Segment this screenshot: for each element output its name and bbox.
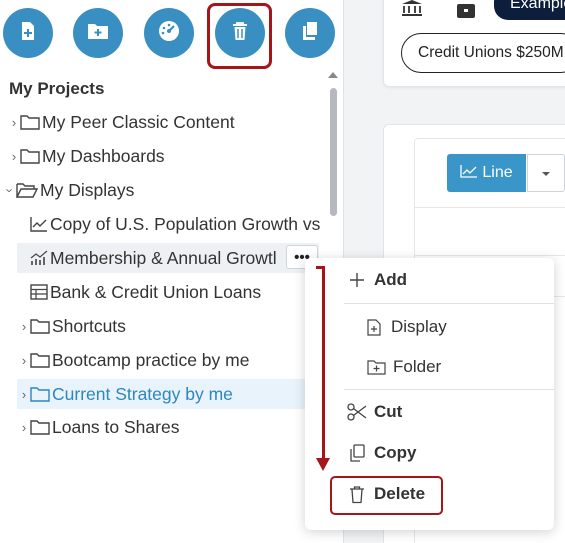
tree-item-my-displays[interactable]: › My Displays (5, 175, 319, 205)
tree-item-label: Membership & Annual Growtl (50, 247, 277, 268)
new-folder-icon (87, 22, 109, 45)
tree-item-population-growth[interactable]: Copy of U.S. Population Growth vs (30, 209, 325, 239)
tree-item-my-peer-classic-content[interactable]: › My Peer Classic Content (9, 107, 319, 137)
chevron-right-icon[interactable]: › (19, 353, 29, 368)
line-chart-icon (30, 216, 48, 232)
plus-icon (346, 272, 368, 288)
menu-item-add[interactable]: Add (346, 270, 407, 290)
scrollbar-thumb[interactable] (330, 88, 337, 216)
tree-item-label: My Peer Classic Content (42, 111, 235, 132)
tree-item-label: My Dashboards (42, 145, 165, 166)
line-button-label: Line (482, 164, 513, 181)
annotation-arrow (322, 268, 325, 463)
tree-item-label: Bootcamp practice by me (52, 349, 250, 370)
menu-separator (344, 303, 554, 304)
gauge-icon (158, 20, 180, 47)
new-file-icon (363, 318, 385, 336)
tree-item-label: Bank & Credit Union Loans (50, 281, 262, 302)
menu-item-label: Add (374, 270, 408, 289)
menu-item-label: Copy (374, 443, 417, 462)
tree-item-my-dashboards[interactable]: › My Dashboards (9, 141, 319, 171)
copy-icon (346, 444, 368, 462)
delete-menu-highlight (330, 476, 443, 515)
folder-icon (20, 114, 40, 130)
tree-item-label: Copy of U.S. Population Growth vs (50, 213, 321, 234)
menu-separator (344, 389, 554, 390)
chevron-right-icon[interactable]: › (19, 420, 29, 435)
institution-icon[interactable] (401, 0, 423, 21)
tree-item-bank-credit-union-loans[interactable]: Bank & Credit Union Loans (30, 277, 319, 307)
panel-title: My Projects (9, 79, 105, 98)
folder-icon (30, 386, 50, 402)
tree-item-loans-to-shares[interactable]: › Loans to Shares (19, 412, 319, 442)
new-folder-button[interactable] (73, 8, 123, 58)
chevron-right-icon[interactable]: › (9, 149, 19, 164)
folder-icon (20, 148, 40, 164)
tree-item-bootcamp-practice[interactable]: › Bootcamp practice by me (19, 345, 319, 375)
briefcase-icon[interactable] (456, 0, 476, 24)
example-pill[interactable]: Example (494, 0, 565, 20)
menu-item-label: Cut (374, 402, 403, 421)
scroll-up-arrow[interactable] (328, 72, 338, 78)
folder-icon (30, 352, 50, 368)
tree-item-label: Loans to Shares (52, 416, 180, 437)
delete-button-highlight (207, 3, 272, 69)
tree-item-shortcuts[interactable]: › Shortcuts (19, 311, 319, 341)
new-file-icon (19, 21, 37, 46)
menu-item-cut[interactable]: Cut (346, 402, 402, 422)
table-icon (30, 284, 48, 300)
chevron-right-icon[interactable]: › (19, 319, 29, 334)
menu-item-label: Display (391, 317, 447, 336)
divider (415, 255, 565, 256)
chevron-down-icon[interactable]: › (5, 185, 18, 195)
tree-item-membership-growth[interactable]: Membership & Annual Growtl (17, 243, 319, 273)
copy-button[interactable] (285, 8, 335, 58)
folder-icon (30, 419, 50, 435)
chart-type-dropdown[interactable] (527, 154, 565, 192)
dashboard-button[interactable] (144, 8, 194, 58)
menu-item-label: Folder (393, 357, 442, 376)
divider (415, 207, 565, 208)
menu-item-add-folder[interactable]: Folder (365, 357, 441, 377)
copy-icon (301, 21, 319, 46)
chevron-right-icon[interactable]: › (19, 387, 29, 402)
chart-type-line-button[interactable]: Line (447, 154, 526, 192)
tree-item-current-strategy[interactable]: › Current Strategy by me (17, 379, 305, 409)
bar-line-chart-icon (30, 250, 48, 266)
menu-item-add-display[interactable]: Display (363, 317, 447, 337)
scissors-icon (346, 403, 368, 421)
tree-item-label: Current Strategy by me (52, 383, 233, 404)
caret-down-icon (541, 164, 551, 182)
tree-item-label: My Displays (40, 179, 135, 200)
tree-item-label: Shortcuts (52, 315, 126, 336)
projects-panel: My Projects › My Peer Classic Content › … (0, 0, 344, 543)
folder-icon (30, 318, 50, 334)
arrow-head-icon (316, 458, 330, 471)
chevron-right-icon[interactable]: › (9, 115, 19, 130)
new-folder-icon (365, 359, 387, 375)
menu-item-copy[interactable]: Copy (346, 443, 417, 463)
peer-group-pill[interactable]: Credit Unions $250M (401, 33, 565, 73)
folder-open-icon (16, 182, 38, 198)
new-display-button[interactable] (3, 8, 53, 58)
line-chart-icon (460, 164, 478, 183)
